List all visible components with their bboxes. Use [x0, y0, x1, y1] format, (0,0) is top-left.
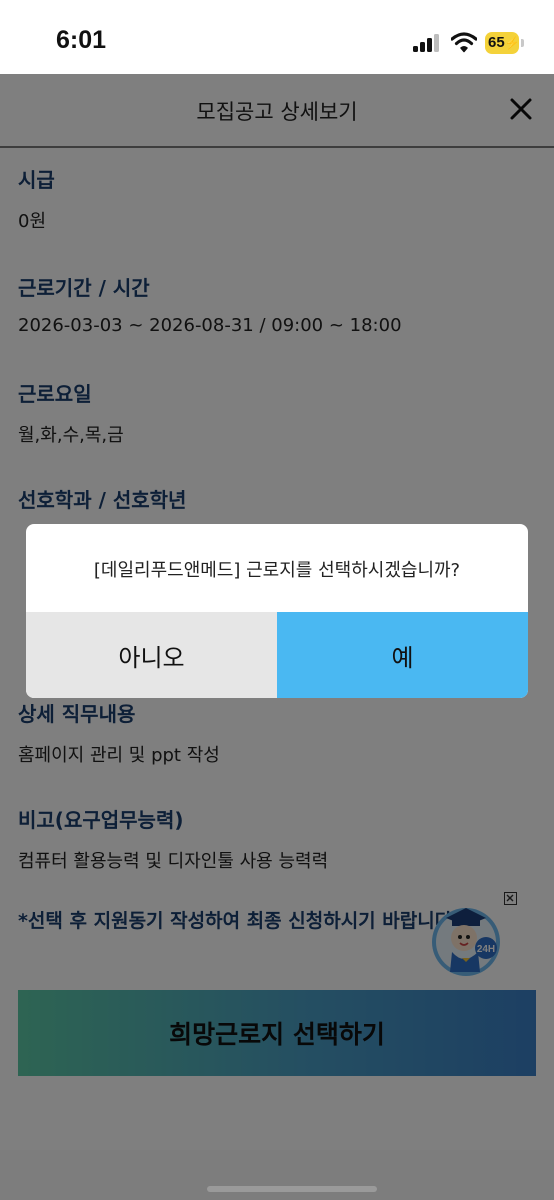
- wifi-icon: [451, 32, 477, 53]
- no-button[interactable]: 아니오: [26, 612, 277, 698]
- battery-icon: 65⚡: [485, 32, 520, 54]
- battery-tip: [521, 39, 524, 47]
- dialog-buttons: 아니오 예: [26, 612, 528, 698]
- cellular-signal-icon: [413, 32, 439, 52]
- dialog-message: [데일리푸드앤메드] 근로지를 선택하시겠습니까?: [93, 560, 461, 581]
- status-bar: 6:01 65⚡: [0, 0, 554, 74]
- home-indicator[interactable]: [207, 1186, 377, 1192]
- status-time: 6:01: [56, 26, 107, 54]
- yes-button[interactable]: 예: [277, 612, 528, 698]
- battery-level: 65: [488, 34, 505, 51]
- confirm-dialog: [데일리푸드앤메드] 근로지를 선택하시겠습니까? 아니오 예: [26, 524, 528, 698]
